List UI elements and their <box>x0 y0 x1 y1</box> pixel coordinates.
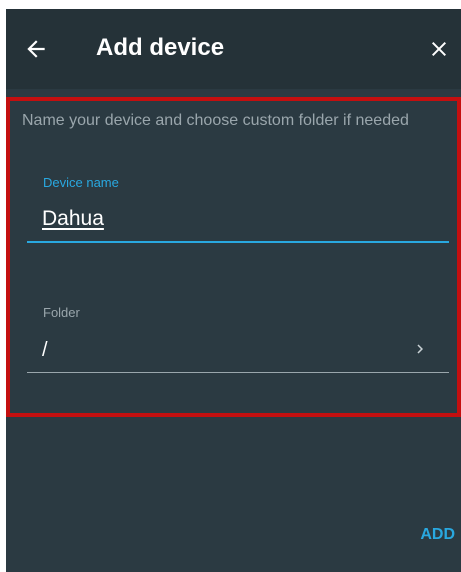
form-hint: Name your device and choose custom folde… <box>22 112 409 129</box>
add-button[interactable]: ADD <box>420 525 455 545</box>
folder-underline <box>27 372 449 373</box>
back-button[interactable] <box>18 31 54 67</box>
folder-label: Folder <box>43 305 80 320</box>
device-name-input[interactable]: Dahua <box>42 206 104 232</box>
device-name-underline <box>27 241 449 243</box>
chevron-right-icon <box>417 344 423 354</box>
close-icon <box>432 42 446 56</box>
add-device-screen: Add device Name your device and choose c… <box>6 9 461 572</box>
folder-selector[interactable]: / <box>27 335 449 375</box>
arrow-left-icon <box>27 40 45 58</box>
device-name-label: Device name <box>43 175 119 190</box>
folder-value: / <box>42 339 48 361</box>
page-title: Add device <box>96 34 225 61</box>
app-bar: Add device <box>6 9 461 89</box>
close-button[interactable] <box>421 31 457 67</box>
